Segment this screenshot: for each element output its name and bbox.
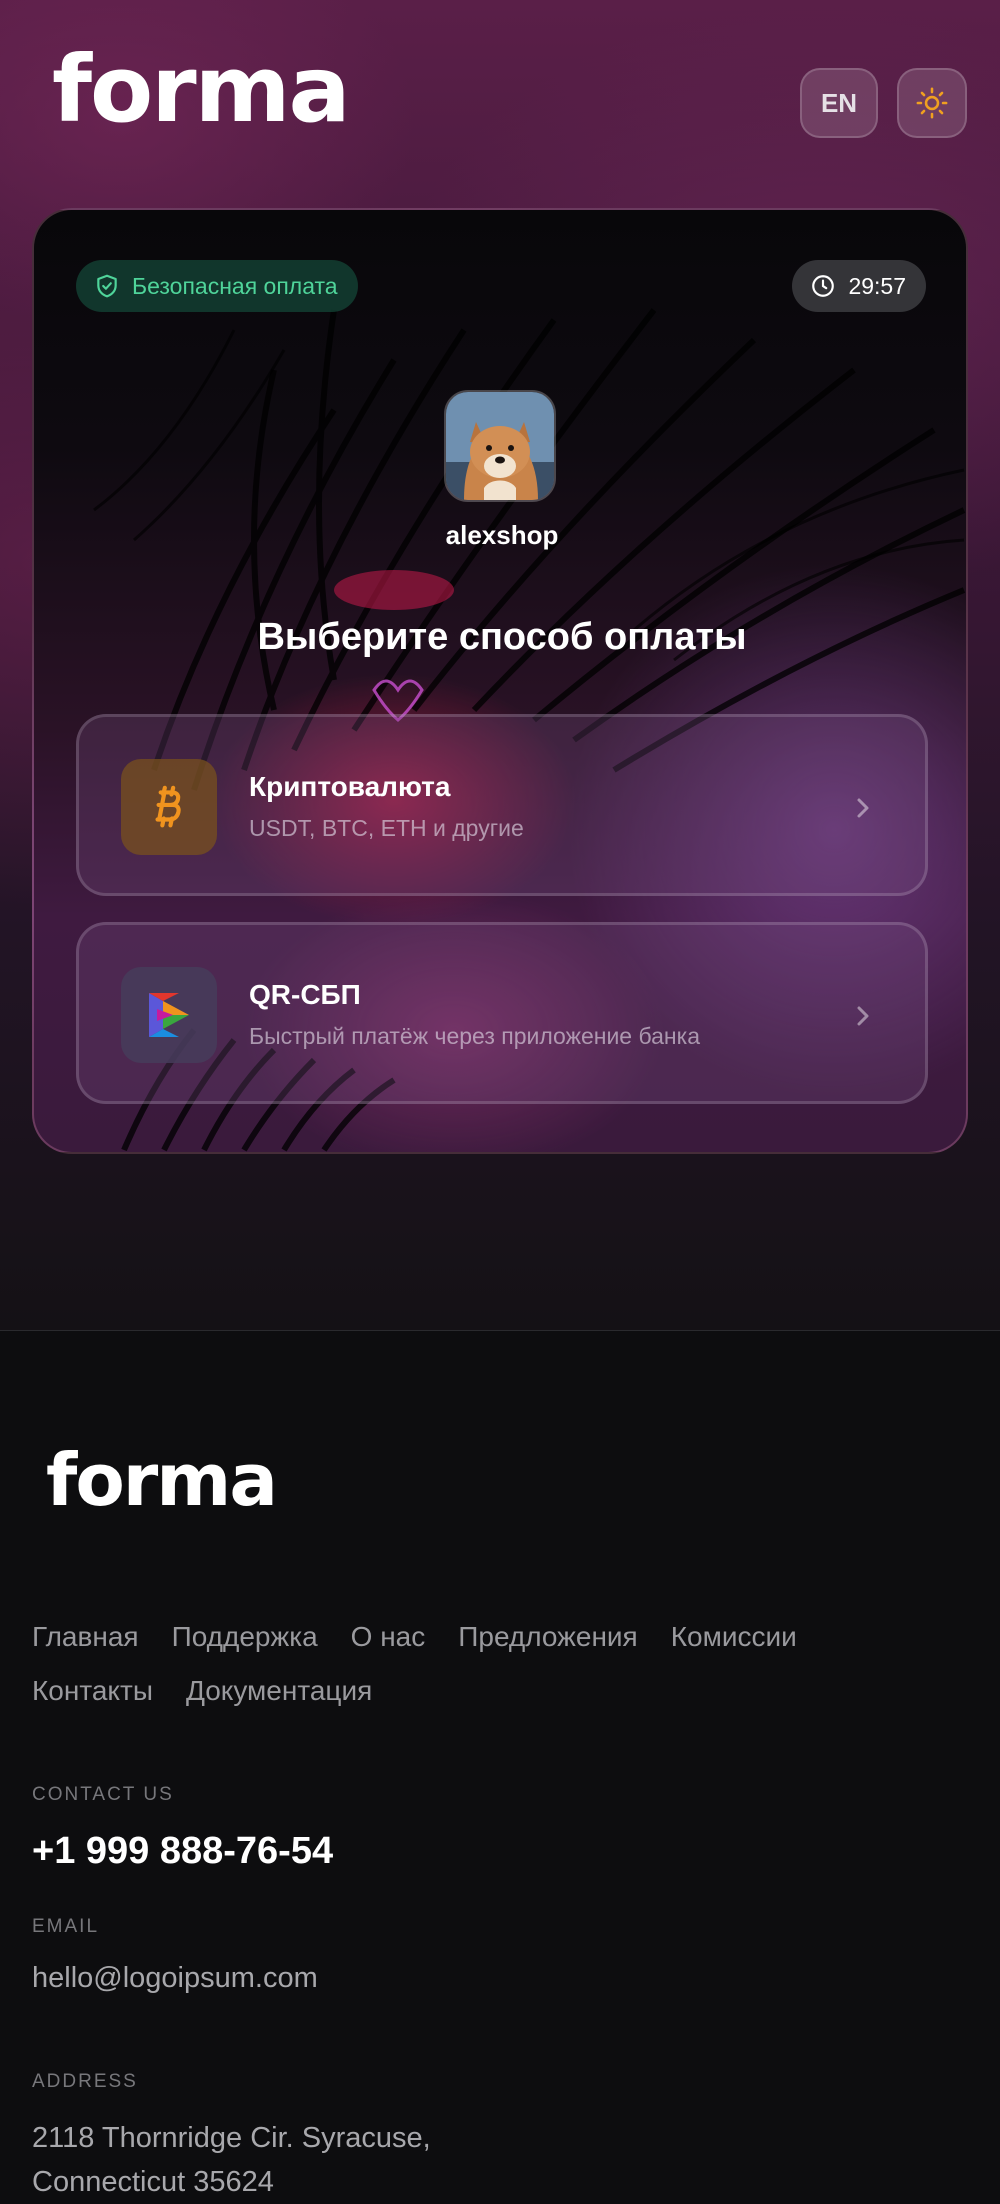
footer-logo[interactable]: forma — [46, 1440, 278, 1520]
language-button[interactable]: EN — [800, 68, 878, 138]
email-label: EMAIL — [32, 1916, 100, 1937]
address-label: ADDRESS — [32, 2071, 138, 2092]
footer-link-about[interactable]: О нас — [351, 1618, 426, 1656]
contact-address: 2118 Thornridge Cir. Syracuse, Connectic… — [32, 2116, 431, 2204]
timer-badge: 29:57 — [792, 260, 926, 312]
secure-payment-badge: Безопасная оплата — [76, 260, 358, 312]
payment-method-crypto[interactable]: Криптовалюта USDT, BTC, ETH и другие — [76, 714, 928, 896]
footer-link-fees[interactable]: Комиссии — [671, 1618, 797, 1656]
address-line-1: 2118 Thornridge Cir. Syracuse, — [32, 2122, 431, 2154]
footer-link-support[interactable]: Поддержка — [172, 1618, 318, 1656]
chevron-right-icon — [857, 1006, 869, 1026]
method-title: Криптовалюта — [249, 771, 451, 802]
section-divider — [0, 1330, 1000, 1331]
shop-name: alexshop — [445, 520, 559, 550]
contact-email[interactable]: hello@logoipsum.com — [32, 1962, 318, 1995]
shop-avatar — [444, 390, 556, 502]
footer-link-contacts[interactable]: Контакты — [32, 1672, 153, 1710]
sun-icon — [916, 87, 948, 119]
contact-phone[interactable]: +1 999 888-76-54 — [32, 1830, 333, 1873]
footer-link-offers[interactable]: Предложения — [458, 1618, 637, 1656]
method-subtitle: USDT, BTC, ETH и другие — [249, 815, 524, 841]
chevron-right-icon — [857, 798, 869, 818]
bitcoin-icon — [121, 759, 217, 855]
language-label: EN — [820, 87, 858, 118]
payment-method-heading: Выберите способ оплаты — [257, 616, 747, 658]
secure-payment-label: Безопасная оплата — [132, 272, 338, 299]
shield-check-icon — [97, 274, 117, 298]
payment-method-sbp[interactable]: QR-СБП Быстрый платёж через приложение б… — [76, 922, 928, 1104]
method-subtitle: Быстрый платёж через приложение банка — [249, 1023, 700, 1049]
footer-link-home[interactable]: Главная — [32, 1618, 139, 1656]
method-title: QR-СБП — [249, 979, 361, 1010]
theme-toggle-button[interactable] — [897, 68, 967, 138]
payment-card: Безопасная оплата 29:57 alexshop Выберит… — [32, 208, 968, 1154]
clock-icon — [812, 275, 835, 297]
timer-value: 29:57 — [848, 272, 906, 299]
brand-logo[interactable]: forma — [52, 40, 351, 140]
footer-nav: Главная Поддержка О нас Предложения Коми… — [32, 1618, 912, 1710]
footer-link-docs[interactable]: Документация — [186, 1672, 372, 1710]
address-line-2: Connecticut 35624 — [32, 2166, 274, 2198]
contact-label: CONTACT US — [32, 1784, 174, 1805]
sbp-icon — [121, 967, 217, 1063]
